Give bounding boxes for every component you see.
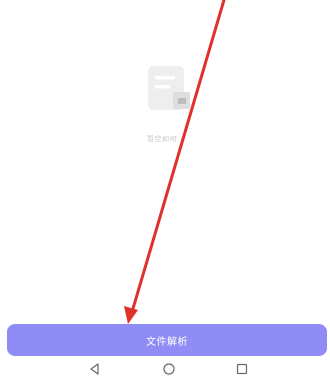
back-triangle-icon[interactable] [87,361,103,377]
empty-state-text: 暂空如何 [147,135,177,143]
system-nav-bar [0,358,330,381]
recents-square-icon[interactable] [234,361,250,377]
document-icon [148,66,190,110]
home-circle-icon[interactable] [161,361,177,377]
file-parse-button[interactable]: 文件解析 [7,324,327,356]
screen: 暂空如何 文件解析 [0,0,330,381]
